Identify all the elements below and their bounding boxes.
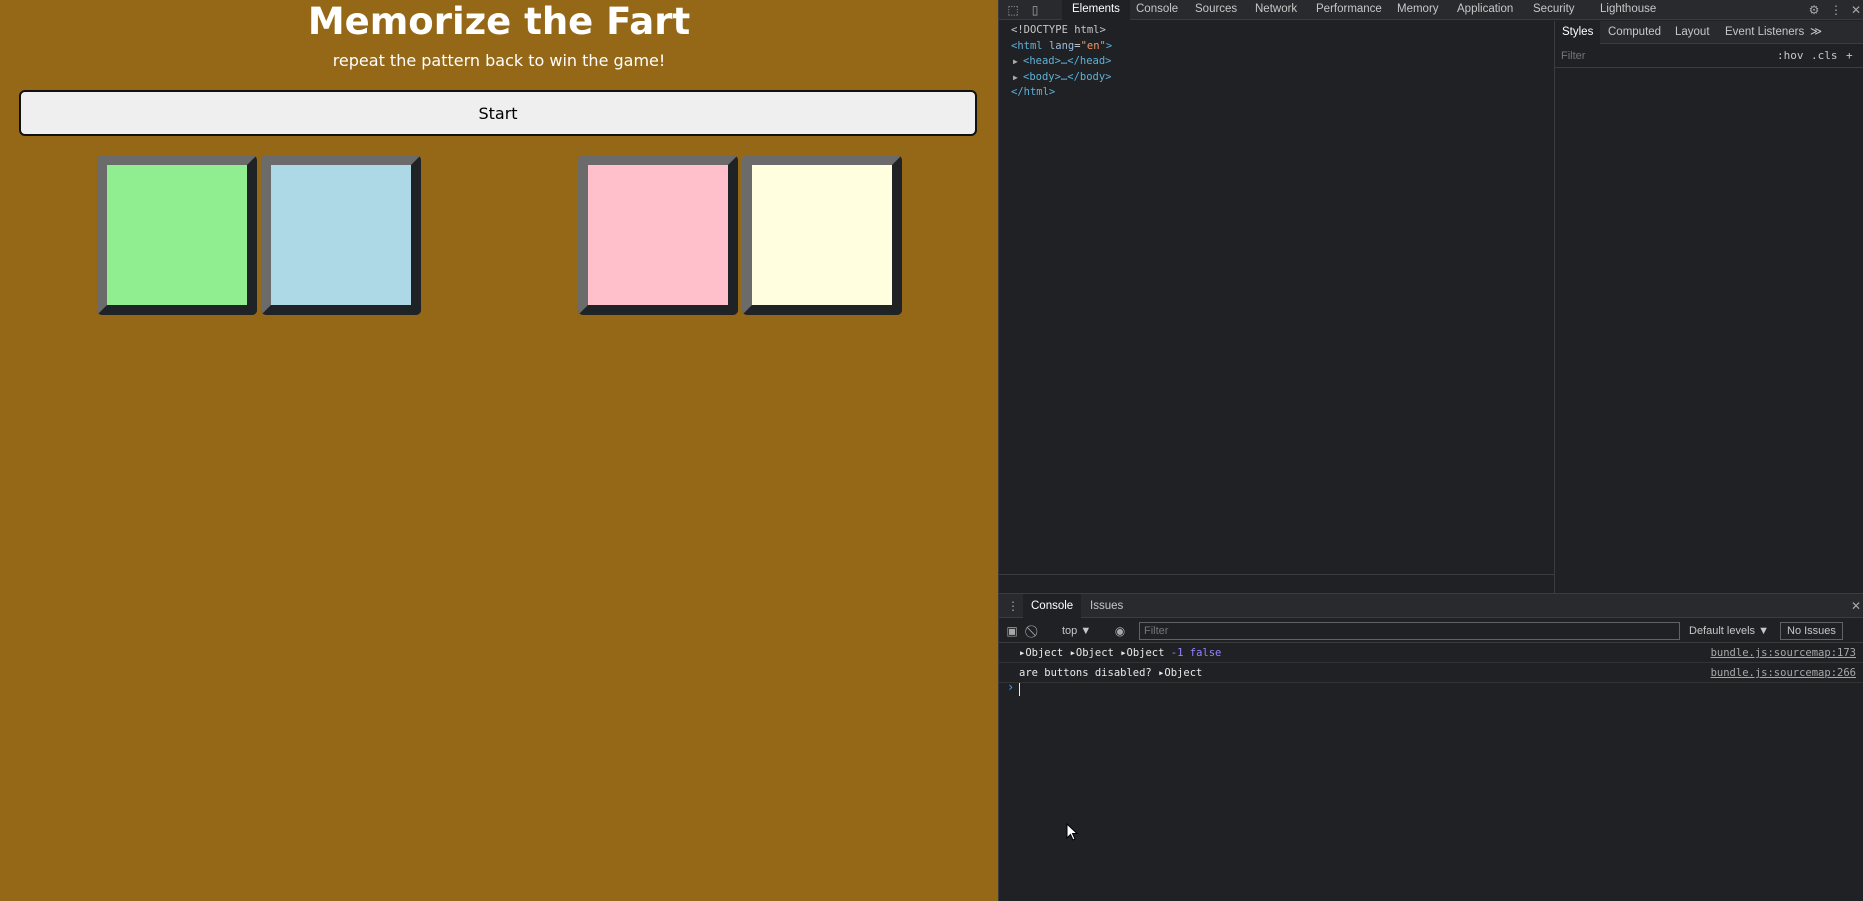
drawer-tab-console[interactable]: Console xyxy=(1023,594,1082,618)
sidebar-toggle-icon[interactable]: ▣ xyxy=(1004,623,1020,639)
devtools-panel: ⬚ ▯ Elements Console Sources Network Per… xyxy=(998,0,1863,901)
gear-icon[interactable]: ⚙ xyxy=(1806,2,1822,18)
log-source-link[interactable]: bundle.js:sourcemap:173 xyxy=(1711,643,1856,663)
console-log-row: ▸Object ▸Object ▸Object -1 false bundle.… xyxy=(999,643,1863,663)
tab-network[interactable]: Network xyxy=(1255,0,1297,20)
console-input-caret[interactable] xyxy=(1019,683,1020,696)
log-number: -1 xyxy=(1170,647,1184,659)
console-drawer: ⋮ Console Issues ✕ ▣ ⃠ top ▼ ◉ Default l… xyxy=(999,593,1863,901)
device-toolbar-icon[interactable]: ▯ xyxy=(1027,2,1043,18)
page-viewport: Memorize the Fart repeat the pattern bac… xyxy=(0,0,998,901)
tab-styles[interactable]: Styles xyxy=(1555,21,1601,44)
game-subtitle: repeat the pattern back to win the game! xyxy=(332,51,666,70)
game-title: Memorize the Fart xyxy=(307,0,691,43)
tab-computed[interactable]: Computed xyxy=(1608,21,1661,44)
add-rule-icon[interactable]: + xyxy=(1846,49,1853,62)
devtools-toolbar: ⬚ ▯ Elements Console Sources Network Per… xyxy=(999,0,1863,20)
tab-elements[interactable]: Elements xyxy=(1062,0,1130,20)
tab-layout[interactable]: Layout xyxy=(1675,21,1710,44)
console-prompt[interactable]: › xyxy=(999,678,1863,698)
tab-console[interactable]: Console xyxy=(1136,0,1178,20)
body-node[interactable]: ▶ <body>…</body> xyxy=(1011,70,1554,86)
console-toolbar: ▣ ⃠ top ▼ ◉ Default levels ▼ No Issues xyxy=(999,619,1863,643)
doctype-node[interactable]: <!DOCTYPE html> xyxy=(1011,23,1554,39)
html-node[interactable]: <html lang="en"> xyxy=(1011,39,1554,55)
object-expander[interactable]: ▸Object xyxy=(1019,647,1063,659)
styles-filter-row: :hov .cls + xyxy=(1555,44,1863,68)
tab-memory[interactable]: Memory xyxy=(1397,0,1439,20)
context-select[interactable]: top ▼ xyxy=(1062,622,1091,640)
close-drawer-icon[interactable]: ✕ xyxy=(1848,598,1863,614)
tab-sources[interactable]: Sources xyxy=(1195,0,1237,20)
expand-triangle-icon[interactable]: ▶ xyxy=(1013,70,1023,86)
more-menu-icon[interactable]: ⋮ xyxy=(1828,2,1844,18)
log-levels-select[interactable]: Default levels ▼ xyxy=(1689,622,1769,640)
tab-security[interactable]: Security xyxy=(1533,0,1575,20)
styles-filter-input[interactable] xyxy=(1561,48,1761,64)
head-node[interactable]: ▶ <head>…</head> xyxy=(1011,54,1554,70)
eye-icon[interactable]: ◉ xyxy=(1112,623,1128,639)
drawer-tabbar: ⋮ Console Issues ✕ xyxy=(999,594,1863,618)
cls-toggle[interactable]: .cls xyxy=(1811,49,1838,62)
start-button[interactable]: Start xyxy=(19,90,977,136)
elements-tree: <!DOCTYPE html> <html lang="en"> ▶ <head>… xyxy=(999,21,1554,575)
console-filter-input[interactable] xyxy=(1139,622,1680,640)
tab-performance[interactable]: Performance xyxy=(1316,0,1382,20)
drawer-menu-icon[interactable]: ⋮ xyxy=(1005,598,1021,614)
styles-pane: Styles Computed Layout Event Listeners ≫… xyxy=(1554,21,1863,596)
html-close-node: </html> xyxy=(1011,86,1056,98)
expand-triangle-icon[interactable]: ▶ xyxy=(1013,54,1023,70)
tab-lighthouse[interactable]: Lighthouse xyxy=(1600,0,1656,20)
tab-event-listeners[interactable]: Event Listeners xyxy=(1725,21,1804,44)
object-expander[interactable]: ▸Object xyxy=(1070,647,1114,659)
log-boolean: false xyxy=(1189,647,1222,659)
tab-application[interactable]: Application xyxy=(1457,0,1513,20)
issues-button[interactable]: No Issues xyxy=(1780,622,1843,640)
mouse-cursor-icon xyxy=(1066,823,1078,841)
close-icon[interactable]: ✕ xyxy=(1848,2,1863,18)
clear-console-icon[interactable]: ⃠ xyxy=(1026,623,1042,639)
drawer-tab-issues[interactable]: Issues xyxy=(1090,594,1123,618)
more-tabs-icon[interactable]: ≫ xyxy=(1810,21,1822,44)
styles-tabbar: Styles Computed Layout Event Listeners ≫ xyxy=(1555,21,1863,44)
pad-yellow[interactable] xyxy=(742,155,902,315)
pad-pink[interactable] xyxy=(578,155,738,315)
pad-green[interactable] xyxy=(97,155,257,315)
object-expander[interactable]: ▸Object xyxy=(1120,647,1164,659)
hov-toggle[interactable]: :hov xyxy=(1777,49,1804,62)
prompt-chevron-icon: › xyxy=(1007,680,1015,694)
inspect-element-icon[interactable]: ⬚ xyxy=(1005,2,1021,18)
pad-blue[interactable] xyxy=(261,155,421,315)
